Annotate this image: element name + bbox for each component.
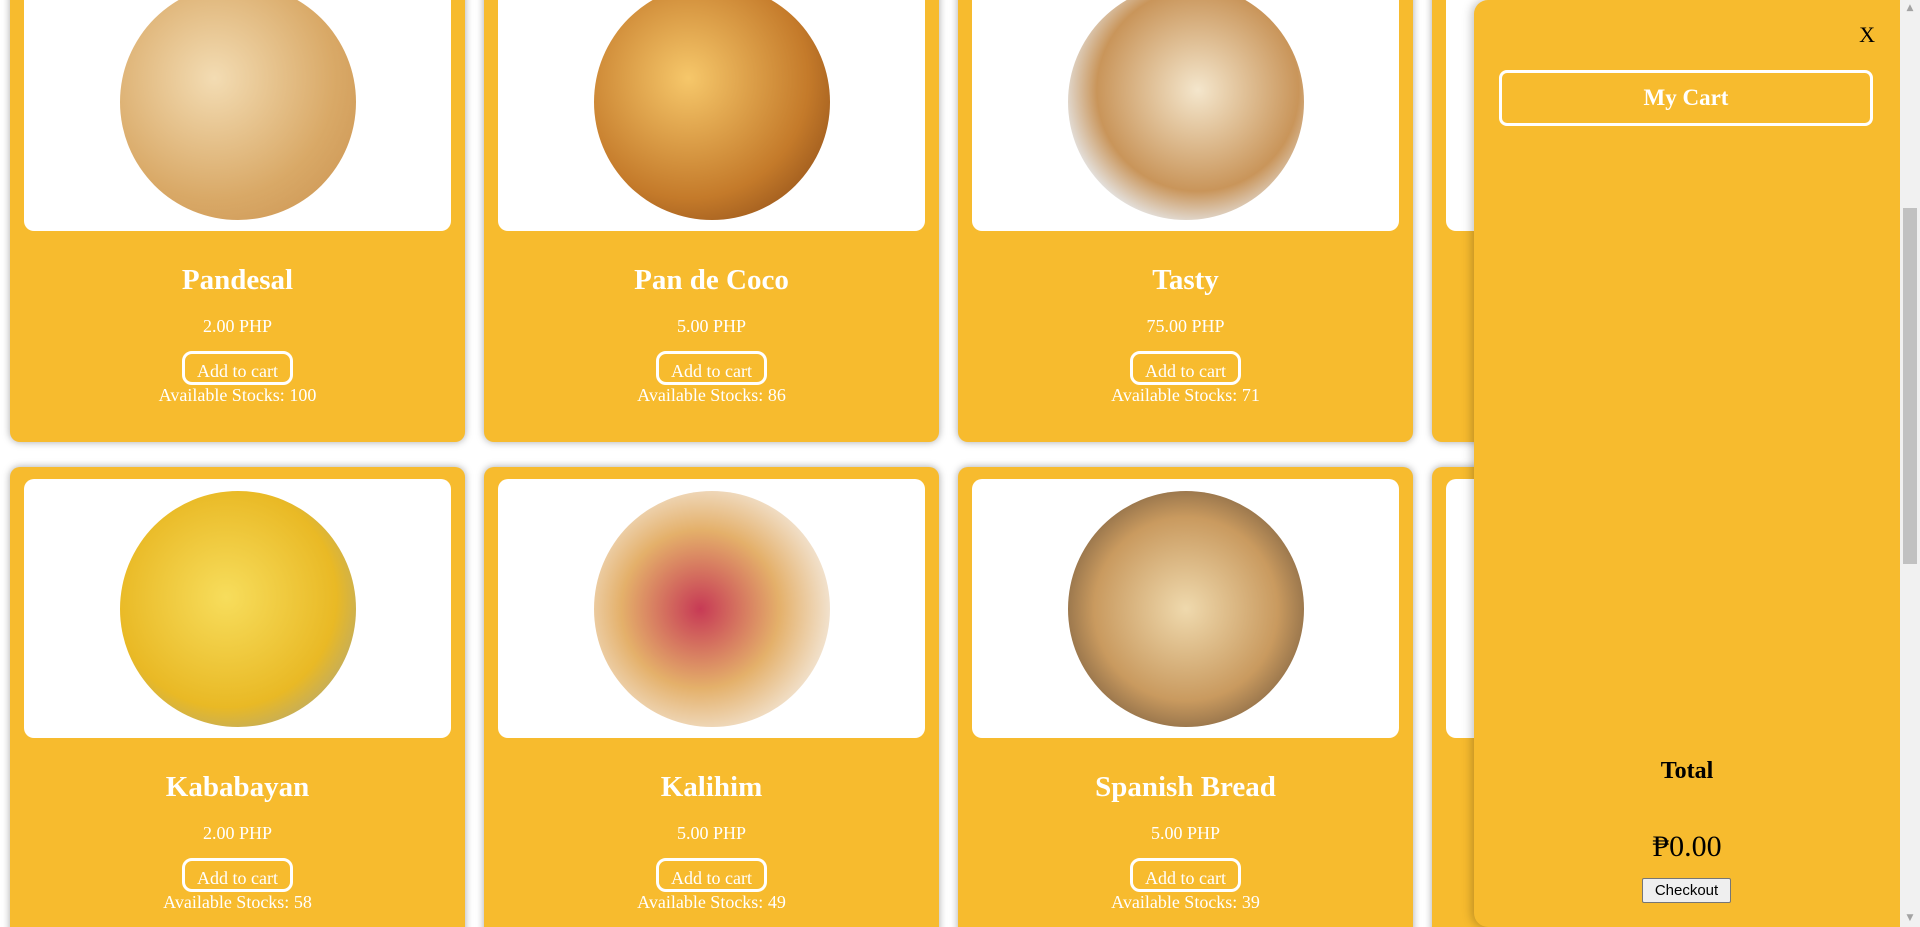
product-image [1067,0,1304,220]
product-name: Spanish Bread [1095,771,1276,803]
product-image-frame [24,0,451,231]
product-name: Tasty [1152,264,1219,296]
product-image-frame [972,0,1399,231]
total-value: ₱0.00 [1652,830,1722,863]
product-name: Pandesal [181,264,294,296]
product-card: Spanish Bread 5.00 PHP Add to cart Avail… [958,467,1413,927]
product-image-frame [498,479,925,738]
product-price: 2.00 PHP [202,823,273,843]
product-image [593,0,830,220]
cart-title: My Cart [1499,70,1873,126]
close-cart-button[interactable]: X [1859,22,1875,48]
available-stocks: Available Stocks: 100 [158,385,317,405]
available-stocks: Available Stocks: 71 [1111,385,1260,405]
product-name: Pan de Coco [634,264,789,296]
vertical-scrollbar[interactable]: ▲ ▼ [1900,0,1920,927]
product-card: Pan de Coco 5.00 PHP Add to cart Availab… [484,0,939,442]
add-to-cart-button[interactable]: Add to cart [182,858,293,892]
available-stocks: Available Stocks: 58 [163,892,312,912]
product-price: 75.00 PHP [1146,316,1225,336]
product-page: Pandesal 2.00 PHP Add to cart Available … [0,0,1920,927]
available-stocks: Available Stocks: 49 [637,892,786,912]
checkout-button[interactable]: Checkout [1642,878,1731,903]
available-stocks: Available Stocks: 86 [637,385,786,405]
product-price: 5.00 PHP [676,823,747,843]
product-name: Kalihim [660,771,763,803]
scroll-down-arrow-icon[interactable]: ▼ [1900,910,1920,927]
product-image [593,490,830,727]
product-card: Kababayan 2.00 PHP Add to cart Available… [10,467,465,927]
add-to-cart-button[interactable]: Add to cart [1130,858,1241,892]
add-to-cart-button[interactable]: Add to cart [656,351,767,385]
product-image [119,0,356,220]
product-image-frame [24,479,451,738]
add-to-cart-button[interactable]: Add to cart [182,351,293,385]
scroll-up-arrow-icon[interactable]: ▲ [1900,0,1920,17]
product-card: Kalihim 5.00 PHP Add to cart Available S… [484,467,939,927]
product-price: 5.00 PHP [1150,823,1221,843]
available-stocks: Available Stocks: 39 [1111,892,1260,912]
add-to-cart-button[interactable]: Add to cart [1130,351,1241,385]
product-image-frame [498,0,925,231]
total-label: Total [1660,758,1714,784]
scrollbar-thumb[interactable] [1903,208,1917,564]
product-card: Pandesal 2.00 PHP Add to cart Available … [10,0,465,442]
product-price: 2.00 PHP [202,316,273,336]
cart-panel: X My Cart Total ₱0.00 Checkout [1474,0,1900,927]
product-card: Tasty 75.00 PHP Add to cart Available St… [958,0,1413,442]
product-price: 5.00 PHP [676,316,747,336]
product-image [1067,490,1304,727]
product-image [119,490,356,727]
product-name: Kababayan [165,771,310,803]
product-image-frame [972,479,1399,738]
add-to-cart-button[interactable]: Add to cart [656,858,767,892]
